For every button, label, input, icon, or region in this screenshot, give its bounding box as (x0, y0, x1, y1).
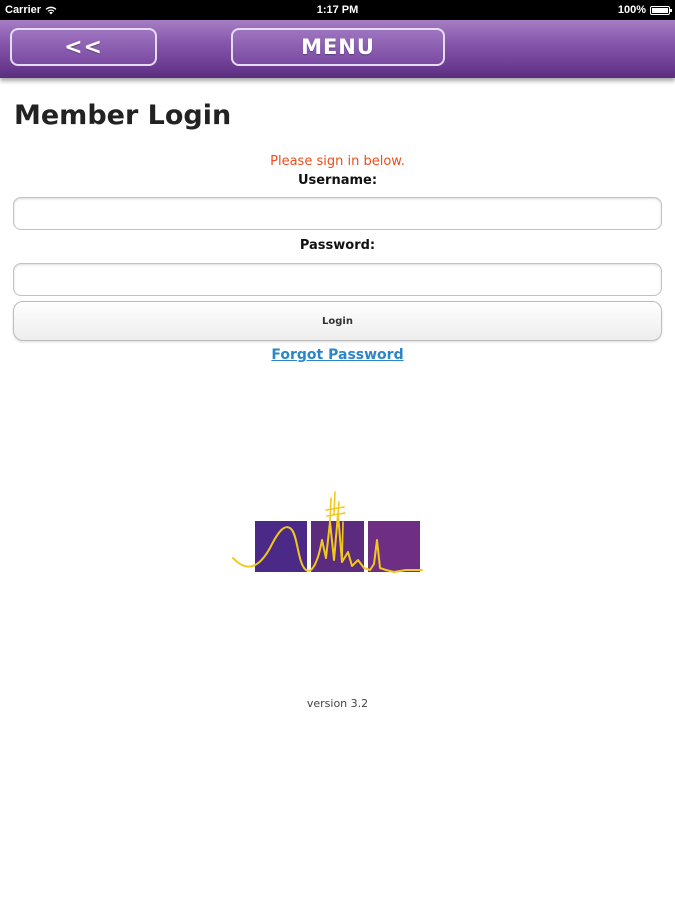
forgot-password-link[interactable]: Forgot Password (0, 347, 675, 363)
organization-logo (232, 491, 423, 573)
password-input[interactable] (13, 263, 662, 296)
version-label: version 3.2 (306, 697, 369, 710)
back-button[interactable]: << (10, 28, 157, 66)
username-input[interactable] (13, 197, 662, 230)
status-time: 1:17 PM (316, 4, 359, 16)
password-label: Password: (299, 238, 376, 253)
page-title: Member Login (14, 100, 232, 131)
menu-button[interactable]: MENU (231, 28, 445, 66)
username-label: Username: (297, 173, 378, 188)
battery-indicator: 100% (617, 4, 672, 16)
app-screen: Carrier 1:17 PM 100% << MENU Member Logi… (0, 0, 675, 900)
nav-bar: << MENU (0, 20, 675, 78)
battery-percent: 100% (617, 4, 646, 16)
battery-icon (650, 5, 672, 15)
login-button[interactable]: Login (13, 301, 662, 341)
status-bar: Carrier 1:17 PM 100% (0, 0, 675, 20)
sign-in-message: Please sign in below. (270, 154, 405, 169)
